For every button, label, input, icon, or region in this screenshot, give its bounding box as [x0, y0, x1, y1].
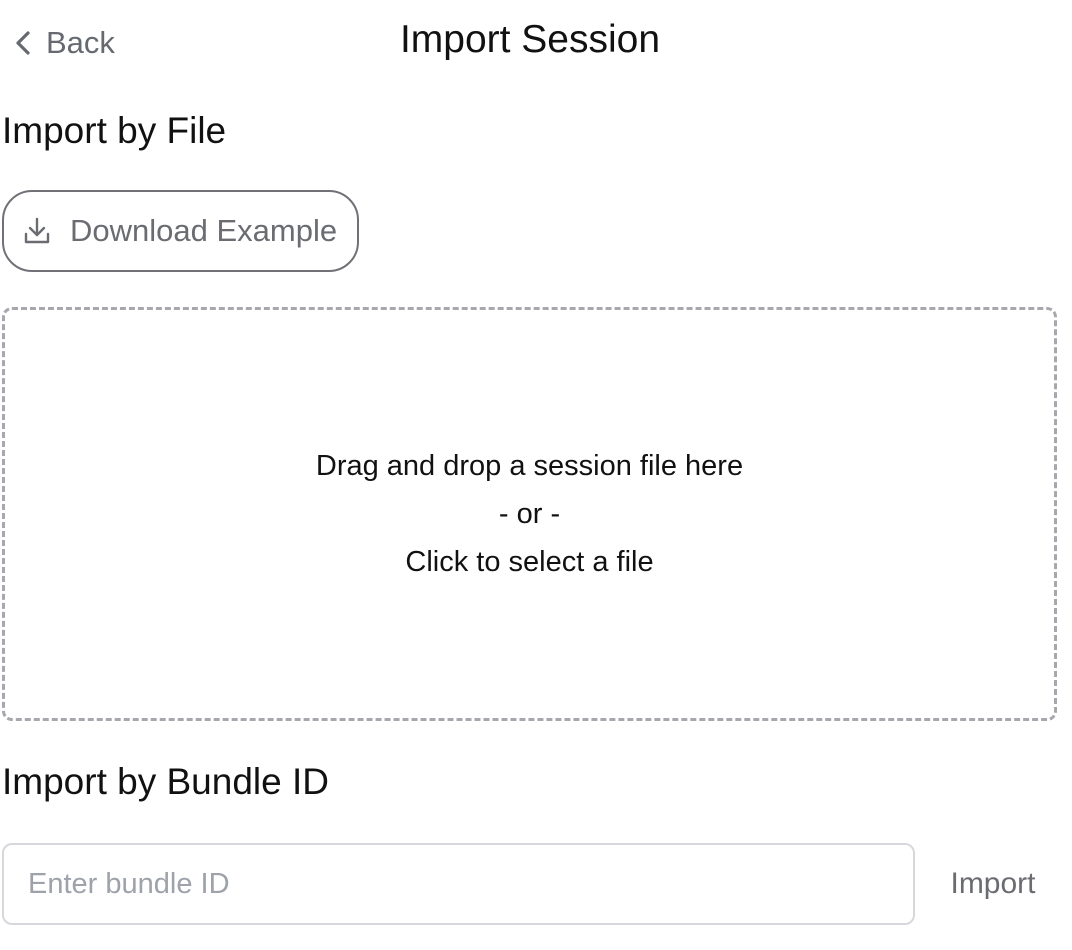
import-session-page: Back Import Session Import by File Downl…: [0, 0, 1072, 950]
dropzone-click-text: Click to select a file: [405, 546, 654, 578]
dropzone-drag-text: Drag and drop a session file here: [315, 450, 744, 482]
import-by-bundle-id-heading: Import by Bundle ID: [2, 761, 329, 802]
file-dropzone[interactable]: Drag and drop a session file here - or -…: [2, 307, 1057, 721]
import-button[interactable]: Import: [930, 843, 1056, 925]
import-by-file-heading: Import by File: [2, 110, 227, 151]
download-example-button[interactable]: Download Example: [2, 190, 359, 272]
download-icon: [22, 216, 52, 246]
header: Back Import Session: [0, 0, 1072, 88]
page-title: Import Session: [399, 18, 661, 61]
dropzone-or-text: - or -: [498, 498, 561, 530]
download-example-label: Download Example: [70, 213, 338, 248]
bundle-id-input[interactable]: [2, 843, 915, 925]
